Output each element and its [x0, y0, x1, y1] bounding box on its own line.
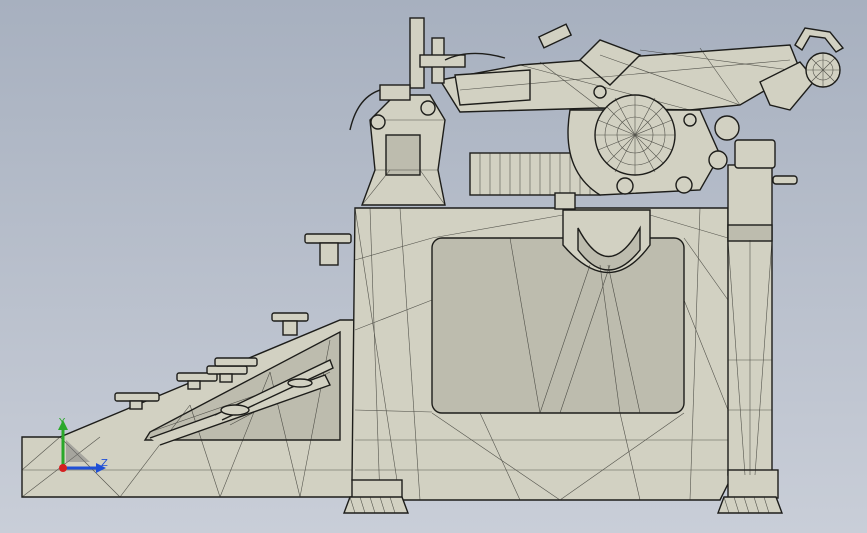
typewriter-wireframe-model[interactable]: Y Z: [0, 0, 867, 533]
keyboard-base: [21, 319, 356, 498]
axis-label-y: Y: [58, 417, 66, 428]
segment-neck: [360, 94, 446, 206]
axis-label-z: Z: [101, 458, 108, 469]
right-column-post: [727, 139, 798, 499]
main-body-frame: [351, 207, 731, 501]
cad-viewport[interactable]: Y Z: [0, 0, 867, 533]
